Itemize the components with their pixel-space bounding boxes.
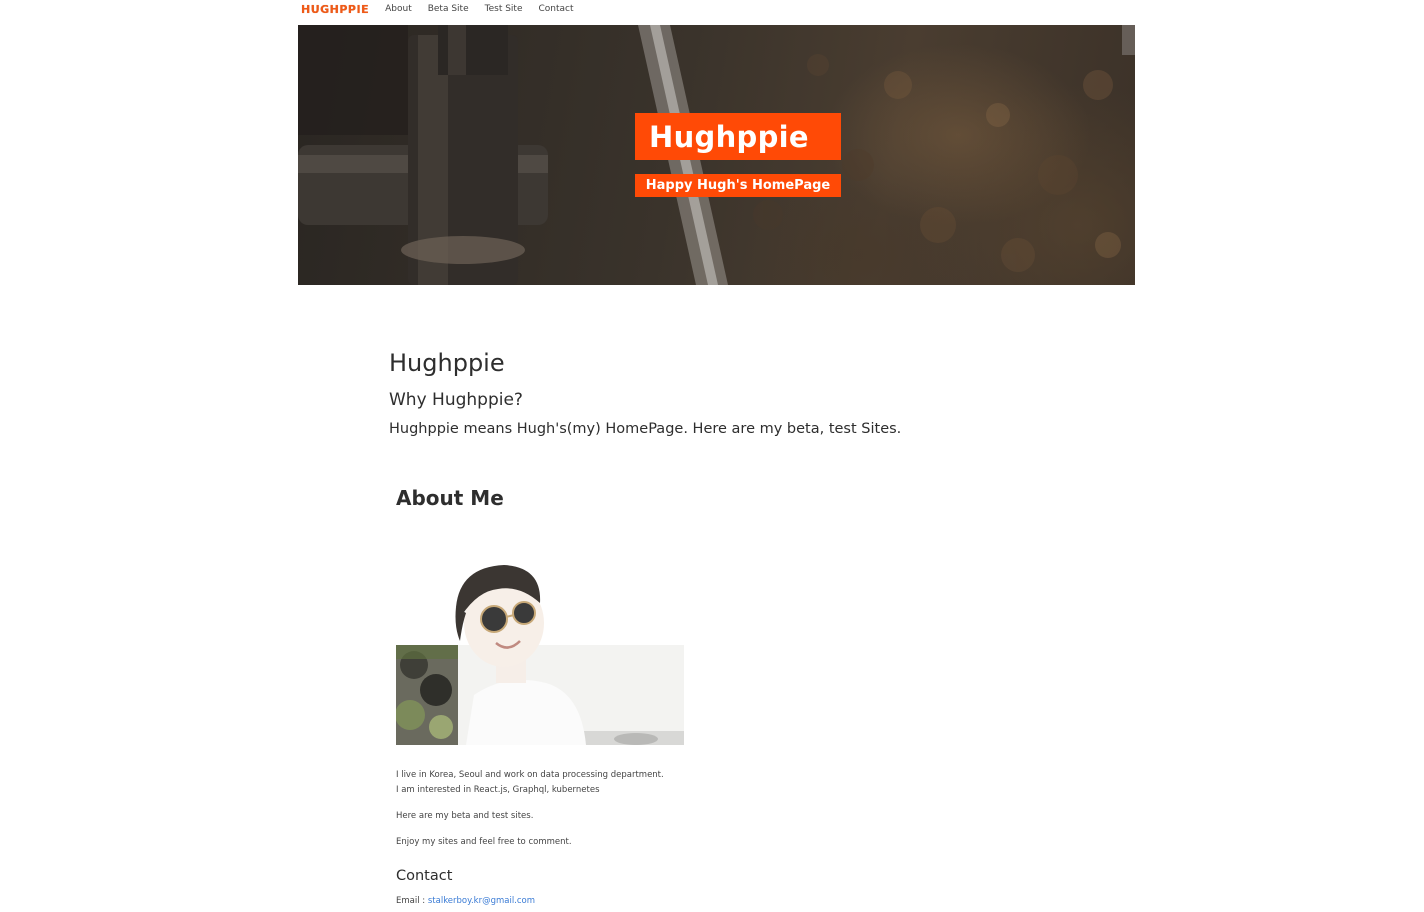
brand-logo[interactable]: HUGHPPIE [301, 3, 369, 16]
top-navbar: HUGHPPIE About Beta Site Test Site Conta… [298, 0, 1135, 18]
profile-photo [396, 555, 684, 745]
bio-text: I live in Korea, Seoul and work on data … [396, 768, 816, 850]
hero-banner: Hughppie Happy Hugh's HomePage [298, 25, 1135, 285]
intro-subtitle: Why Hughppie? [389, 390, 523, 410]
bio-line: Here are my beta and test sites. [396, 811, 534, 821]
email-label: Email : [396, 896, 428, 906]
hero-title: Hughppie [649, 119, 809, 154]
hero-subtitle-box: Happy Hugh's HomePage [635, 174, 841, 197]
hero-title-box: Hughppie [635, 113, 841, 160]
hero-subtitle: Happy Hugh's HomePage [645, 178, 831, 193]
page: HUGHPPIE About Beta Site Test Site Conta… [0, 0, 1424, 912]
bio-line: I live in Korea, Seoul and work on data … [396, 770, 664, 780]
email-link[interactable]: stalkerboy.kr@gmail.com [428, 896, 535, 906]
intro-title: Hughppie [389, 349, 505, 377]
intro-text: Hughppie means Hugh's(my) HomePage. Here… [389, 421, 902, 437]
about-heading: About Me [396, 486, 504, 510]
intro-section: Hughppie Why Hughppie? Hughppie means Hu… [389, 347, 1029, 439]
contact-email-row: Email : stalkerboy.kr@gmail.com [396, 896, 535, 906]
bio-line: I am interested in React.js, Graphql, ku… [396, 785, 600, 795]
nav-link-about[interactable]: About [385, 4, 412, 14]
contact-heading: Contact [396, 868, 453, 884]
nav-link-beta-site[interactable]: Beta Site [428, 4, 469, 14]
nav-link-contact[interactable]: Contact [539, 4, 574, 14]
bio-line: Enjoy my sites and feel free to comment. [396, 837, 572, 847]
nav-link-test-site[interactable]: Test Site [485, 4, 523, 14]
